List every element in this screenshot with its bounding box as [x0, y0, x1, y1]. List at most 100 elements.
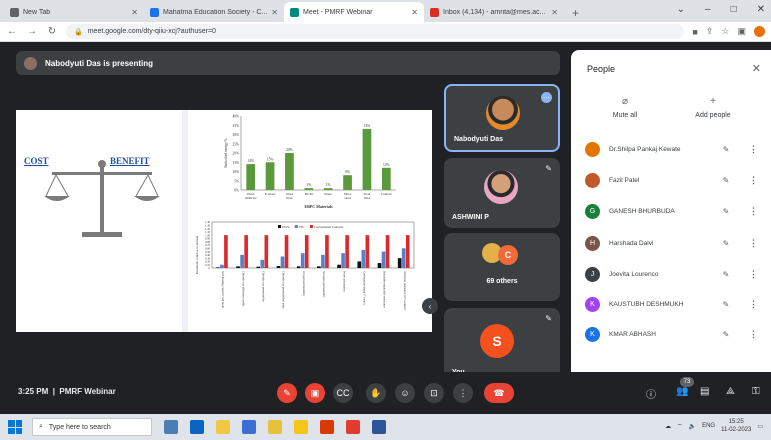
edge-icon[interactable] — [190, 420, 204, 434]
info-icon[interactable]: ⓘ — [646, 386, 656, 401]
more-vert-icon[interactable]: ⋮ — [749, 206, 758, 217]
x-tick-label: Chloride ion permeability — [262, 271, 266, 302]
leave-call-button[interactable]: ☎ — [484, 383, 514, 403]
browser-tab-active[interactable]: Meet - PMRF Webinar ✕ — [284, 2, 424, 22]
more-vert-icon[interactable]: ⋮ — [749, 144, 758, 155]
star-icon[interactable]: ☆ — [721, 26, 729, 37]
others-tile[interactable]: C 69 others — [444, 233, 560, 301]
volume-icon[interactable]: 🔈 — [689, 423, 696, 430]
participant-photo — [486, 96, 520, 130]
presentation-slide: COST BENEFIT 0% 5% 10% 15% 20% 25% 30% 35% 40% 14… — [16, 110, 432, 332]
microphone-toggle-button[interactable]: ✎ — [277, 383, 297, 403]
store-icon[interactable] — [242, 420, 256, 434]
taskview-icon[interactable] — [164, 420, 178, 434]
bar — [401, 248, 406, 268]
maximize-icon[interactable]: □ — [731, 4, 737, 15]
new-tab-icon[interactable]: + — [564, 6, 587, 22]
participant-row[interactable]: Fazil Patel ✎ ⋮ — [571, 167, 771, 193]
bar — [276, 266, 281, 268]
reactions-button[interactable]: ☺ — [395, 383, 415, 403]
bar — [296, 266, 301, 268]
mic-off-icon[interactable]: ✎ — [719, 330, 733, 339]
captions-button[interactable]: CC — [333, 383, 353, 403]
legend-swatch — [309, 225, 313, 228]
close-tab-icon[interactable]: ✕ — [551, 8, 558, 17]
add-people-button[interactable]: + Add people — [683, 96, 743, 119]
back-icon[interactable]: ← — [6, 26, 18, 37]
participant-row[interactable]: H Harshada Dalvi ✎ ⋮ — [571, 230, 771, 256]
notifications-icon[interactable]: ▭ — [757, 423, 763, 430]
forward-icon[interactable]: → — [26, 26, 38, 37]
more-vert-icon[interactable]: ⋮ — [749, 175, 758, 186]
bar — [280, 256, 285, 268]
present-button[interactable]: ⊡ — [424, 383, 444, 403]
y-tick-label: 30% — [232, 133, 239, 137]
more-vert-icon[interactable]: ⋮ — [749, 269, 758, 280]
close-window-icon[interactable]: ✕ — [757, 4, 765, 15]
app-icon[interactable] — [268, 420, 282, 434]
legend-swatch — [294, 225, 298, 228]
more-vert-icon[interactable]: ⋮ — [749, 238, 758, 249]
participant-avatar: C — [498, 245, 518, 265]
more-vert-icon[interactable]: ⋮ — [749, 329, 758, 340]
data-label: 12% — [383, 163, 390, 167]
profile-avatar[interactable] — [754, 26, 765, 37]
reload-icon[interactable]: ↻ — [46, 26, 58, 37]
bar — [304, 188, 314, 190]
mic-off-icon[interactable]: ✎ — [719, 270, 733, 279]
chat-icon[interactable]: ▤ — [700, 386, 709, 397]
chevron-left-icon[interactable]: ‹ — [422, 298, 438, 314]
more-vert-icon[interactable]: ⋮ — [749, 299, 758, 310]
browser-tab[interactable]: Mahatma Education Society - C... ✕ — [144, 2, 284, 22]
windows-start-icon[interactable] — [8, 420, 22, 434]
mute-all-button[interactable]: ⌀ Mute all — [595, 96, 655, 119]
participant-row[interactable]: K KAUSTUBH DESHMUKH ✎ ⋮ — [571, 291, 771, 317]
sidebar-icon[interactable]: ▣ — [737, 26, 746, 37]
close-icon[interactable]: ✕ — [752, 62, 761, 75]
camera-icon[interactable]: ■ — [692, 27, 697, 37]
host-controls-icon[interactable]: ⚿ — [752, 386, 760, 397]
more-options-button[interactable]: ⋮ — [453, 383, 473, 403]
chrome-icon[interactable] — [294, 420, 308, 434]
browser-tab[interactable]: New Tab ✕ — [4, 2, 144, 22]
participant-row[interactable]: Dr.Shilpa Pankaj Kewate ✎ ⋮ — [571, 136, 771, 162]
taskbar-clock[interactable]: 15:25 11-02-2023 — [721, 418, 751, 434]
browser-tab[interactable]: Inbox (4,134) - amrita@mes.ac... ✕ — [424, 2, 564, 22]
taskbar-search-field[interactable]: ⌕ Type here to search — [32, 418, 152, 436]
mic-off-icon[interactable]: ✎ — [719, 145, 733, 154]
close-tab-icon[interactable]: ✕ — [131, 8, 138, 17]
x-tick-label: sand — [344, 196, 351, 200]
participant-row[interactable]: G GANESH BHURBUDA ✎ ⋮ — [571, 198, 771, 224]
activities-icon[interactable]: ⟁ — [726, 386, 735, 397]
raise-hand-button[interactable]: ✋ — [366, 383, 386, 403]
legend-entry: SFC — [299, 225, 305, 229]
participant-tile[interactable]: ⋯ Nabodyuti Das — [444, 84, 560, 152]
bar — [357, 261, 362, 268]
weather-icon[interactable]: ☁ — [665, 423, 671, 430]
share-icon[interactable]: ⇪ — [706, 26, 714, 37]
participant-tile[interactable]: ✎ ASHWINI P — [444, 158, 560, 228]
mic-off-icon[interactable]: ✎ — [719, 239, 733, 248]
close-tab-icon[interactable]: ✕ — [271, 8, 278, 17]
camera-toggle-button[interactable]: ▣ — [305, 383, 325, 403]
more-options-icon[interactable]: ⋯ — [541, 92, 552, 103]
language-indicator[interactable]: ENG — [702, 423, 715, 429]
close-tab-icon[interactable]: ✕ — [411, 8, 418, 17]
participant-row[interactable]: K KMAR ABHASH ✎ ⋮ — [571, 321, 771, 347]
powerpoint-icon[interactable] — [320, 420, 334, 434]
chevron-down-icon[interactable]: ⌄ — [677, 4, 685, 15]
app-icon[interactable] — [346, 420, 360, 434]
mic-off-icon[interactable]: ✎ — [719, 176, 733, 185]
word-icon[interactable] — [372, 420, 386, 434]
bar — [300, 253, 305, 268]
mic-off-icon[interactable]: ✎ — [719, 207, 733, 216]
people-icon[interactable]: 👥 — [676, 386, 688, 397]
participant-row[interactable]: J Joevita Lourenco ✎ ⋮ — [571, 261, 771, 287]
file-explorer-icon[interactable] — [216, 420, 230, 434]
y-tick-label: 0.50 — [205, 251, 210, 254]
participant-name: KAUSTUBH DESHMUKH — [609, 300, 684, 308]
network-icon[interactable]: ⌔ — [677, 422, 683, 430]
url-field[interactable]: 🔒 meet.google.com/dty-qiiu-xcj?authuser=… — [66, 24, 685, 39]
mic-off-icon[interactable]: ✎ — [719, 300, 733, 309]
minimize-icon[interactable]: – — [705, 4, 711, 15]
